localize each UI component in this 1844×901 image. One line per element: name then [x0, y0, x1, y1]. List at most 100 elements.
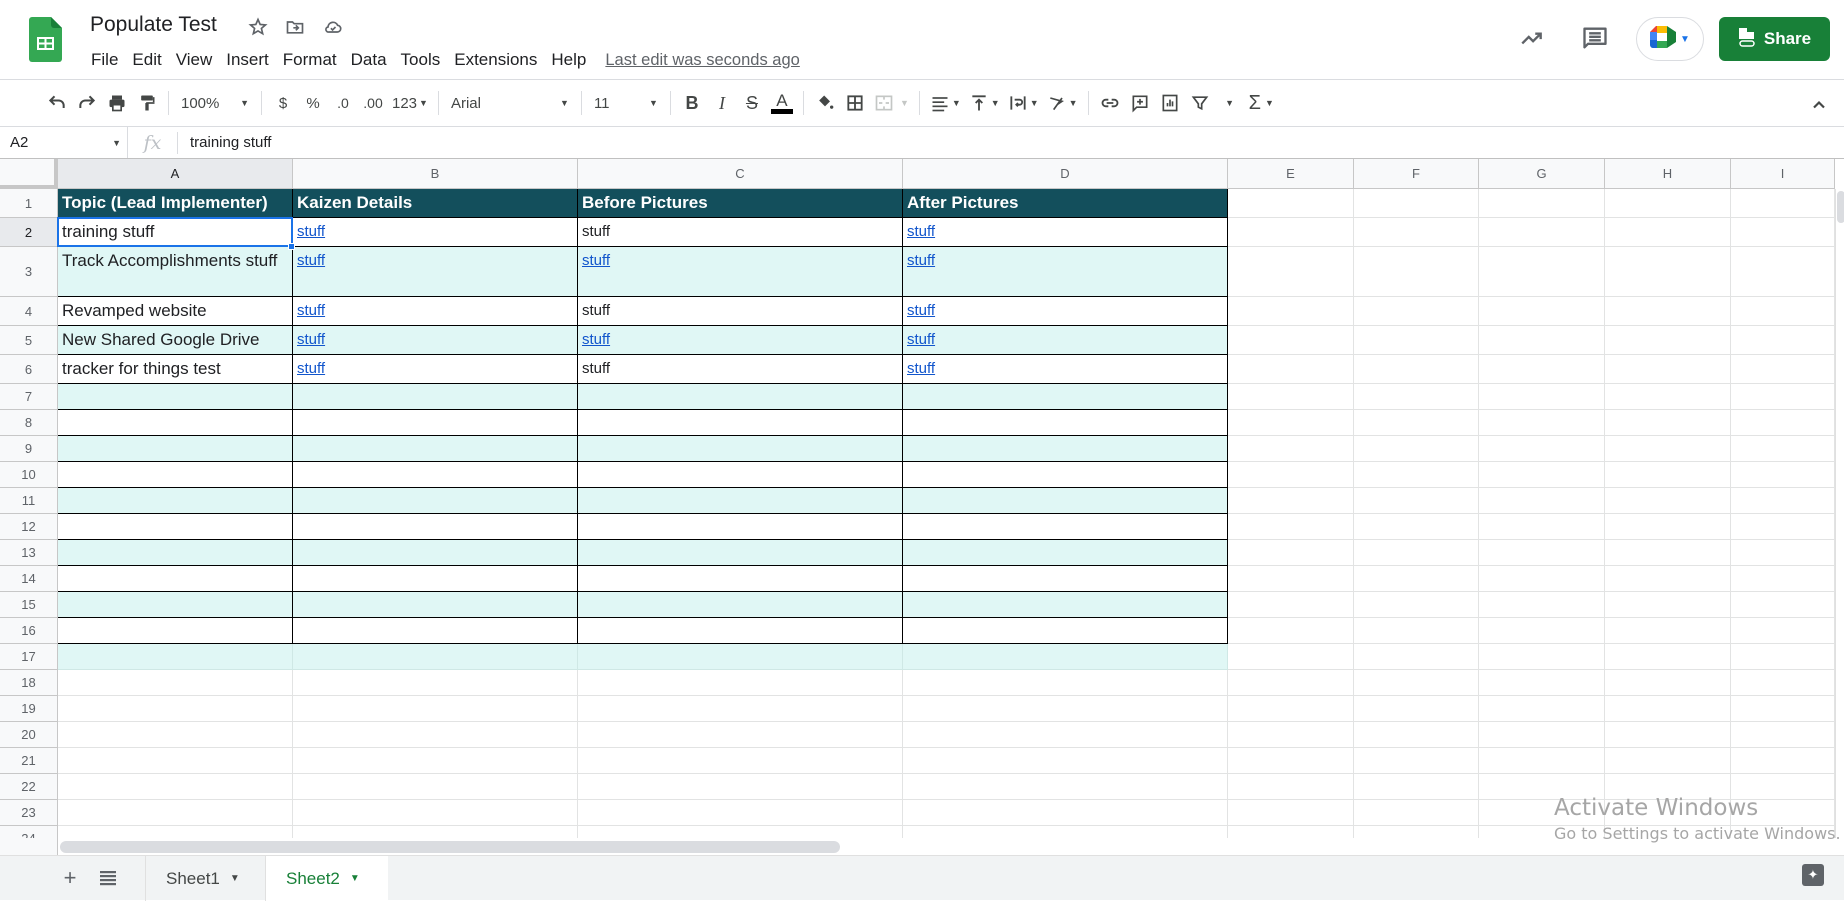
cell-a3[interactable]: Track Accomplishments stuff — [58, 247, 293, 297]
cell-e17[interactable] — [1228, 644, 1354, 670]
cell-link[interactable]: stuff — [907, 360, 935, 377]
merge-cells-icon[interactable]: ▼ — [870, 88, 913, 118]
menu-file[interactable]: File — [84, 48, 125, 72]
row-header-10[interactable]: 10 — [0, 462, 58, 488]
decrease-decimal-button[interactable]: .0 — [328, 88, 358, 118]
cell-d18[interactable] — [903, 670, 1228, 696]
cell-link[interactable]: stuff — [907, 223, 935, 240]
vertical-scrollbar-thumb[interactable] — [1837, 191, 1844, 223]
cell-a16[interactable] — [58, 618, 293, 644]
strikethrough-icon[interactable]: S — [737, 88, 767, 118]
row-header-24[interactable]: 24 — [0, 826, 58, 838]
cell-g3[interactable] — [1479, 247, 1605, 297]
cell-b9[interactable] — [293, 436, 578, 462]
cell-e21[interactable] — [1228, 748, 1354, 774]
cell-f1[interactable] — [1354, 189, 1479, 218]
column-header-e[interactable]: E — [1228, 159, 1354, 189]
row-header-12[interactable]: 12 — [0, 514, 58, 540]
cell-g20[interactable] — [1479, 722, 1605, 748]
cell-b7[interactable] — [293, 384, 578, 410]
vertical-scrollbar[interactable] — [1835, 189, 1844, 838]
collapse-toolbar-icon[interactable] — [1804, 90, 1834, 120]
cell-a7[interactable] — [58, 384, 293, 410]
cell-c21[interactable] — [578, 748, 903, 774]
cell-b6[interactable]: stuff — [293, 355, 578, 384]
last-edit-link[interactable]: Last edit was seconds ago — [605, 48, 799, 72]
cell-i22[interactable] — [1731, 774, 1835, 800]
cell-d8[interactable] — [903, 410, 1228, 436]
cell-h9[interactable] — [1605, 436, 1731, 462]
cell-e11[interactable] — [1228, 488, 1354, 514]
cell-e23[interactable] — [1228, 800, 1354, 826]
cell-a22[interactable] — [58, 774, 293, 800]
row-header-14[interactable]: 14 — [0, 566, 58, 592]
horizontal-align-icon[interactable]: ▼ — [926, 88, 965, 118]
activity-dashboard-icon[interactable] — [1518, 24, 1546, 52]
cell-i21[interactable] — [1731, 748, 1835, 774]
cell-f19[interactable] — [1354, 696, 1479, 722]
cell-f7[interactable] — [1354, 384, 1479, 410]
cell-e12[interactable] — [1228, 514, 1354, 540]
cell-b2[interactable]: stuff — [293, 218, 578, 247]
cell-c19[interactable] — [578, 696, 903, 722]
cell-h20[interactable] — [1605, 722, 1731, 748]
text-color-icon[interactable]: A — [767, 88, 797, 118]
cell-h10[interactable] — [1605, 462, 1731, 488]
cell-link[interactable]: stuff — [907, 302, 935, 319]
cell-d5[interactable]: stuff — [903, 326, 1228, 355]
cell-i2[interactable] — [1731, 218, 1835, 247]
cell-c5[interactable]: stuff — [578, 326, 903, 355]
cell-c15[interactable] — [578, 592, 903, 618]
cell-g18[interactable] — [1479, 670, 1605, 696]
row-header-1[interactable]: 1 — [0, 189, 58, 218]
cell-e9[interactable] — [1228, 436, 1354, 462]
column-header-i[interactable]: I — [1731, 159, 1835, 189]
cell-h22[interactable] — [1605, 774, 1731, 800]
row-header-20[interactable]: 20 — [0, 722, 58, 748]
cell-h6[interactable] — [1605, 355, 1731, 384]
row-header-4[interactable]: 4 — [0, 297, 58, 326]
cell-e19[interactable] — [1228, 696, 1354, 722]
cell-e1[interactable] — [1228, 189, 1354, 218]
cell-e24[interactable] — [1228, 826, 1354, 838]
cell-g7[interactable] — [1479, 384, 1605, 410]
cell-d12[interactable] — [903, 514, 1228, 540]
cell-c2[interactable]: stuff — [578, 218, 903, 247]
column-header-d[interactable]: D — [903, 159, 1228, 189]
cell-g6[interactable] — [1479, 355, 1605, 384]
cell-f3[interactable] — [1354, 247, 1479, 297]
cell-e2[interactable] — [1228, 218, 1354, 247]
star-icon[interactable] — [247, 16, 269, 38]
cell-g4[interactable] — [1479, 297, 1605, 326]
document-title[interactable]: Populate Test — [90, 13, 217, 37]
cell-link[interactable]: stuff — [582, 252, 610, 269]
redo-icon[interactable] — [72, 88, 102, 118]
cell-a4[interactable]: Revamped website — [58, 297, 293, 326]
cell-d19[interactable] — [903, 696, 1228, 722]
cell-i15[interactable] — [1731, 592, 1835, 618]
cell-g11[interactable] — [1479, 488, 1605, 514]
cell-a19[interactable] — [58, 696, 293, 722]
font-family-select[interactable]: Arial ▼ — [445, 88, 575, 118]
cell-i5[interactable] — [1731, 326, 1835, 355]
cell-b11[interactable] — [293, 488, 578, 514]
text-rotation-icon[interactable]: ▼ — [1043, 88, 1082, 118]
cell-e22[interactable] — [1228, 774, 1354, 800]
cell-e8[interactable] — [1228, 410, 1354, 436]
cell-d6[interactable]: stuff — [903, 355, 1228, 384]
cell-g19[interactable] — [1479, 696, 1605, 722]
cell-i11[interactable] — [1731, 488, 1835, 514]
cell-e4[interactable] — [1228, 297, 1354, 326]
sheet-tab-sheet2[interactable]: Sheet2 ▼ — [265, 856, 388, 901]
cell-e15[interactable] — [1228, 592, 1354, 618]
functions-icon[interactable]: Σ ▼ — [1245, 88, 1278, 118]
cell-c10[interactable] — [578, 462, 903, 488]
cell-g22[interactable] — [1479, 774, 1605, 800]
cell-g16[interactable] — [1479, 618, 1605, 644]
cell-h24[interactable] — [1605, 826, 1731, 838]
cell-b4[interactable]: stuff — [293, 297, 578, 326]
menu-data[interactable]: Data — [344, 48, 394, 72]
cell-e18[interactable] — [1228, 670, 1354, 696]
cell-a23[interactable] — [58, 800, 293, 826]
cell-h19[interactable] — [1605, 696, 1731, 722]
